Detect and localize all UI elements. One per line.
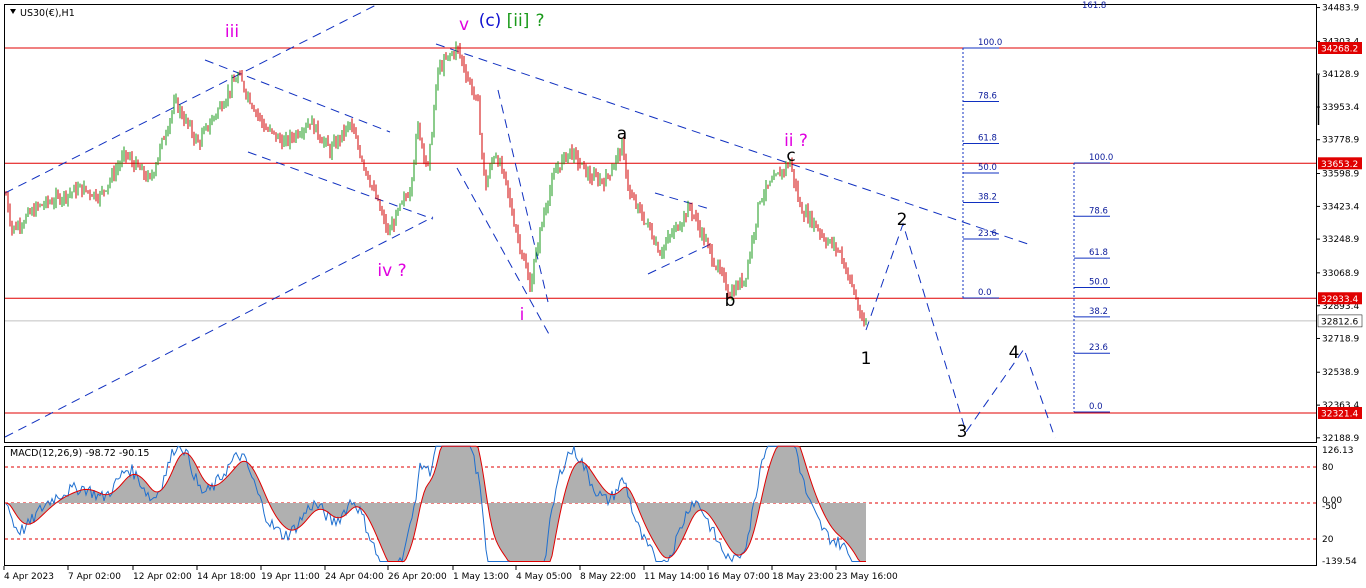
wave-label: iv ? [377,261,406,281]
macd-tick-label: 126.13 [1322,446,1354,456]
time-tick-label: 14 Apr 18:00 [197,572,256,582]
fib-level-label: 78.6 [978,92,997,102]
trend-line [497,89,549,303]
level-price-tag-label: 32933.4 [1321,295,1358,305]
macd-tick-label: -50 [1322,502,1337,512]
time-tick-label: 16 May 07:00 [708,572,770,582]
level-price-tag-label: 33653.2 [1321,160,1358,170]
macd-title: MACD(12,26,9) -98.72 -90.15 [10,448,149,459]
time-tick-label: 18 May 23:00 [772,572,834,582]
time-tick-label: 4 Apr 2023 [4,572,54,582]
fib-level-label: 0.0 [978,288,992,298]
time-tick-label: 1 May 13:00 [453,572,509,582]
wave-label: b [725,291,736,311]
time-axis: 4 Apr 2023 7 Apr 02:00 12 Apr 02:00 14 Apr … [3,566,898,582]
macd-tick-label: -139.54 [1322,557,1357,567]
projection-path [865,222,1056,439]
wave-label: 3 [957,422,968,442]
price-tick-label: 33423.4 [1322,202,1359,212]
wave-labels: iii v (c) [ii] ?iv ?iabcii ?1234 [225,11,1020,442]
current-price-tag-label: 32812.6 [1321,317,1358,327]
wave-label: [ii] [507,11,530,31]
price-tick-label: 33953.4 [1322,103,1359,113]
trend-line [4,3,379,194]
trend-line [435,43,1029,245]
wave-projection [865,222,1056,439]
wave-label: 1 [861,349,872,369]
time-tick-label: 24 Apr 04:00 [325,572,384,582]
price-tick-label: 32538.9 [1322,368,1359,378]
wave-label: 2 [897,210,908,230]
trading-chart[interactable]: 100.0 78.6 61.8 50.0 38.2 23.6 0.0 100.0 78.6 61.… [0,0,1366,588]
fib-level-label: 38.2 [978,193,997,203]
wave-label: ? [535,11,544,31]
wave-label: ii ? [784,131,808,151]
macd-histogram [6,446,866,562]
time-tick-label: 11 May 14:00 [644,572,706,582]
time-tick-label: 26 Apr 20:00 [388,572,447,582]
time-tick-label: 12 Apr 02:00 [133,572,192,582]
trend-line [247,151,434,220]
fib-level-label: 38.2 [1089,307,1108,317]
chart-symbol-title: US30(€),H1 [20,8,75,19]
time-tick-label: 7 Apr 02:00 [68,572,121,582]
fib-level-label: 23.6 [1089,343,1108,353]
fib-level-label: 50.0 [978,163,997,173]
wave-label: iii [225,22,239,42]
macd-tick-label: 80 [1322,463,1334,473]
main-plot-frame [4,4,1317,443]
price-tick-label: 32188.9 [1322,434,1359,444]
fib-level-label: 100.0 [1089,153,1113,163]
trend-line [654,192,711,210]
fib-level-label: 50.0 [1089,278,1108,288]
trend-line [204,59,391,133]
candles [5,41,867,327]
price-tick-label: 32718.9 [1322,334,1359,344]
fib-level-label: 61.8 [978,134,997,144]
trend-line [4,216,434,438]
trend-lines [4,3,1029,438]
level-price-tag-label: 34268.2 [1321,45,1358,55]
price-tick-label: 33778.9 [1322,136,1359,146]
wave-label: i [520,305,525,325]
macd-indicator [5,445,1316,563]
macd-tick-label: 20 [1322,535,1334,545]
horizontal-levels [5,47,1316,414]
wave-label: (c) [479,11,502,31]
wave-label: a [617,124,627,144]
level-price-tag-label: 32321.4 [1321,410,1358,420]
dropdown-triangle-icon[interactable] [10,9,16,14]
wave-label: v [459,15,469,35]
fibonacci-retracements: 100.0 78.6 61.8 50.0 38.2 23.6 0.0 100.0 78.6 61.… [962,38,1113,413]
fib-level-label: 23.6 [978,229,997,239]
fib-level-label: 61.8 [1089,248,1108,258]
price-tick-label: 34128.9 [1322,70,1359,80]
time-tick-label: 19 Apr 11:00 [261,572,320,582]
wave-label: 4 [1009,343,1020,363]
price-tick-label: 33068.9 [1322,269,1359,279]
partial-fib-label: 161.8 [1082,1,1106,11]
time-tick-label: 8 May 22:00 [580,572,636,582]
fib-level-label: 78.6 [1089,206,1108,216]
price-tick-label: 33598.9 [1322,169,1359,179]
fib-level-label: 0.0 [1089,402,1103,412]
price-axis: 34483.934303.434128.933953.433778.933598… [1316,4,1363,567]
price-tick-label: 34483.9 [1322,4,1359,14]
price-tick-label: 33248.9 [1322,235,1359,245]
time-tick-label: 4 May 05:00 [516,572,572,582]
time-tick-label: 23 May 16:00 [836,572,898,582]
fib-level-label: 100.0 [978,38,1002,48]
